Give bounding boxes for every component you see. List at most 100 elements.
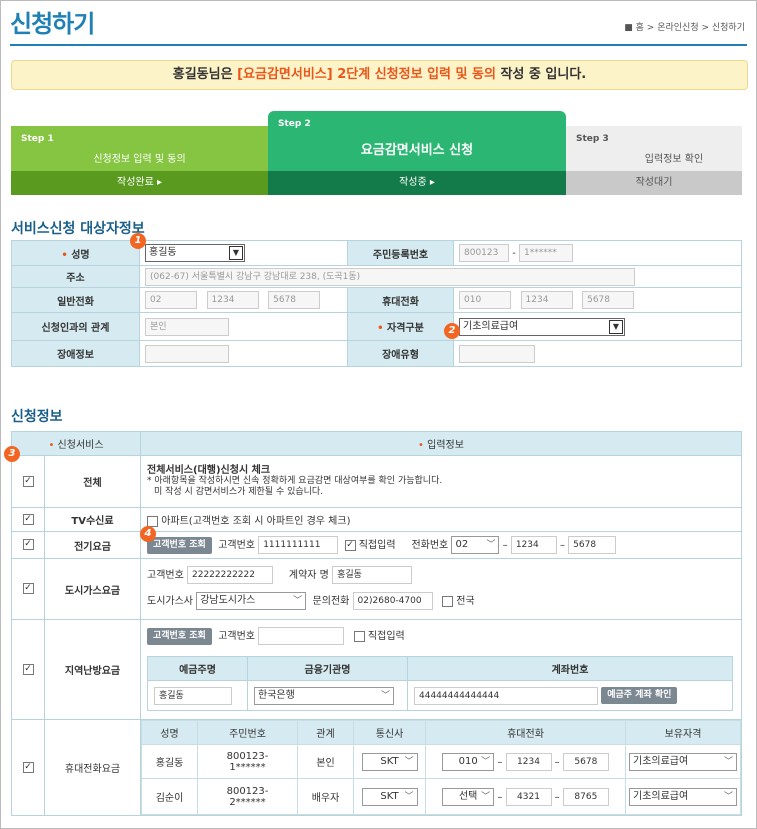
mobile-fee-label: 휴대전화요금 (44, 719, 141, 816)
apply-heading: 신청정보 (11, 409, 63, 425)
mobile-2-input[interactable]: 1234 (520, 291, 573, 309)
step-2: Step 2 요금감면서비스 신청 (268, 111, 566, 171)
mobile-mid-input[interactable]: 4321 (505, 787, 552, 806)
mobile-3-input[interactable]: 5678 (582, 291, 635, 309)
heat-checkbox[interactable]: ✓ (22, 663, 34, 675)
name-label: • 홍길동성명 (11, 240, 140, 266)
col-service: • 신청서비스 (11, 431, 141, 456)
relation-input[interactable]: 본인 (145, 317, 229, 336)
elec-label: 전기요금 (44, 531, 141, 559)
elec-cust-input[interactable]: 1111111111 (258, 536, 339, 554)
elec-tel-3-input[interactable]: 5678 (568, 536, 617, 554)
mobile-row-name: 홍길동 (141, 744, 198, 779)
chevron-down-icon: ▼ (609, 319, 623, 334)
chevron-down-icon: ▼ (229, 246, 243, 260)
mobile-row-rrn: 800123- 2****** (197, 778, 298, 815)
elec-direct-checkbox[interactable]: ✓ (344, 539, 356, 551)
qualification-label: • 자격구분 (347, 312, 454, 341)
step-badge-3: 3 (4, 446, 20, 462)
nationwide-checkbox[interactable] (442, 595, 454, 607)
mobile-label: 휴대전화 (347, 287, 454, 313)
rrn-back-input[interactable]: 1****** (518, 244, 573, 262)
heat-lookup-button[interactable]: 고객번호 조회 (147, 627, 212, 645)
mobile-prefix-select[interactable]: 선택 ﹀ (442, 787, 495, 806)
carrier-select[interactable]: SKT ﹀ (361, 787, 418, 806)
rrn-label: 주민등록번호 (347, 240, 454, 266)
tv-checkbox[interactable]: ✓ (22, 513, 34, 525)
verify-account-button[interactable]: 예금주 계좌 확인 (601, 687, 678, 704)
disability-type-input[interactable] (459, 344, 535, 363)
heat-cust-input[interactable] (258, 627, 345, 645)
mobile-checkbox[interactable]: ✓ (22, 761, 34, 773)
address-input[interactable]: (062-67) 서울특별시 강남구 강남대로 238, (도곡1동) (145, 267, 635, 286)
chevron-down-icon: ﹀ (723, 756, 733, 767)
relation-label: 신청인과의 관계 (11, 312, 140, 341)
all-checkbox[interactable]: ✓ (22, 475, 34, 487)
mobile-qual-select[interactable]: 기초의료급여 ﹀ (629, 752, 737, 771)
mobile-mid-input[interactable]: 1234 (505, 752, 552, 771)
apply-table: • 신청서비스 • 입력정보 ✓ 전체 전체서비스(대행)신청시 체크 * 아래항… (11, 431, 742, 816)
phone-1-input[interactable]: 02 (145, 291, 197, 309)
step-1: Step 1 신청정보 입력 및 동의 (11, 126, 268, 171)
mobile-row-rrn: 800123- 1****** (197, 744, 298, 779)
chevron-down-icon: ﹀ (481, 756, 491, 767)
chevron-down-icon: ﹀ (293, 596, 303, 606)
chevron-down-icon: ﹀ (404, 756, 414, 767)
name-select[interactable]: 홍길동 ▼ (145, 244, 245, 262)
heat-label: 지역난방요금 (44, 619, 141, 720)
account-input[interactable]: 44444444444444 (414, 686, 598, 705)
qualification-select[interactable]: 기초의료급여 ▼ (459, 317, 625, 336)
elec-tel-2-input[interactable]: 1234 (510, 536, 557, 554)
mobile-table: 성명 주민번호 관계 통신사 휴대전화 보유자격 홍길동 800123- 1****** 본… (141, 720, 741, 815)
gas-checkbox[interactable]: ✓ (22, 583, 34, 595)
divider (10, 44, 747, 46)
carrier-select[interactable]: SKT ﹀ (361, 752, 418, 771)
phone-label: 일반전화 (11, 287, 140, 313)
col-input: • 입력정보 (140, 431, 742, 456)
step-3-status: 작성대기 (566, 171, 742, 195)
mobile-row-name: 김순이 (141, 778, 198, 815)
step-1-status: 작성완료 ▸ (11, 171, 268, 195)
mobile-last-input[interactable]: 8765 (562, 787, 609, 806)
tv-label: TV수신료 (44, 507, 141, 532)
step-badge-4: 4 (140, 526, 156, 542)
holder-input[interactable]: 홍길동 (154, 686, 232, 705)
elec-lookup-button[interactable]: 고객번호 조회 (147, 536, 212, 554)
mobile-qual-select[interactable]: 기초의료급여 ﹀ (629, 787, 737, 806)
page-title: 신청하기 (10, 10, 95, 38)
apt-checkbox[interactable] (147, 515, 158, 527)
step-2-status: 작성중 ▸ (268, 171, 566, 195)
elec-checkbox[interactable]: ✓ (22, 539, 34, 551)
chevron-down-icon: ﹀ (481, 791, 491, 802)
account-table: 예금주명 금융기관명 계좌번호 홍길동 한국은행 ﹀ 44444444444444 예금주… (147, 656, 733, 711)
gas-owner-input[interactable]: 홍길동 (332, 566, 413, 584)
heat-direct-checkbox[interactable] (353, 630, 365, 642)
disability-info-label: 장애정보 (11, 340, 140, 367)
disability-info-input[interactable] (145, 344, 229, 363)
chevron-down-icon: ﹀ (486, 540, 496, 550)
target-heading: 서비스신청 대상자정보 (11, 221, 145, 237)
all-label: 전체 (44, 455, 141, 508)
mobile-prefix-select[interactable]: 010 ﹀ (442, 752, 495, 771)
phone-3-input[interactable]: 5678 (268, 291, 321, 309)
chevron-down-icon: ﹀ (404, 791, 414, 802)
mobile-row-relation: 배우자 (297, 778, 354, 815)
gas-cust-input[interactable]: 22222222222 (187, 566, 273, 584)
mobile-last-input[interactable]: 5678 (562, 752, 609, 771)
apt-label: 아파트(고객번호 조회 시 아파트인 경우 체크) (161, 516, 351, 527)
gas-inquiry-input[interactable]: 02)2680-4700 (352, 592, 433, 610)
disability-type-label: 장애유형 (347, 340, 454, 367)
progress-notice: 홍길동님은 [요금감면서비스] 2단계 신청정보 입력 및 동의 작성 중 입니… (11, 60, 748, 90)
breadcrumb: ■ 홈 > 온라인신청 > 신청하기 (624, 23, 745, 33)
mobile-1-input[interactable]: 010 (459, 291, 511, 309)
gas-label: 도시가스요금 (44, 558, 141, 620)
gas-company-select[interactable]: 강남도시가스 ﹀ (196, 592, 307, 610)
step-badge-1: 1 (130, 233, 146, 249)
all-desc-1: * 아래항목을 작성하시면 신속 정확하게 요금감면 대상여부를 확인 가능합니… (147, 476, 443, 486)
elec-cust-label: 고객번호 (218, 540, 255, 551)
bank-select[interactable]: 한국은행 ﹀ (254, 686, 394, 705)
elec-tel-select[interactable]: 02 ﹀ (451, 536, 500, 554)
phone-2-input[interactable]: 1234 (206, 291, 259, 309)
rrn-front-input[interactable]: 800123 (459, 244, 509, 262)
all-desc-2: 미 작성 시 감면서비스가 제한될 수 있습니다. (154, 487, 324, 497)
